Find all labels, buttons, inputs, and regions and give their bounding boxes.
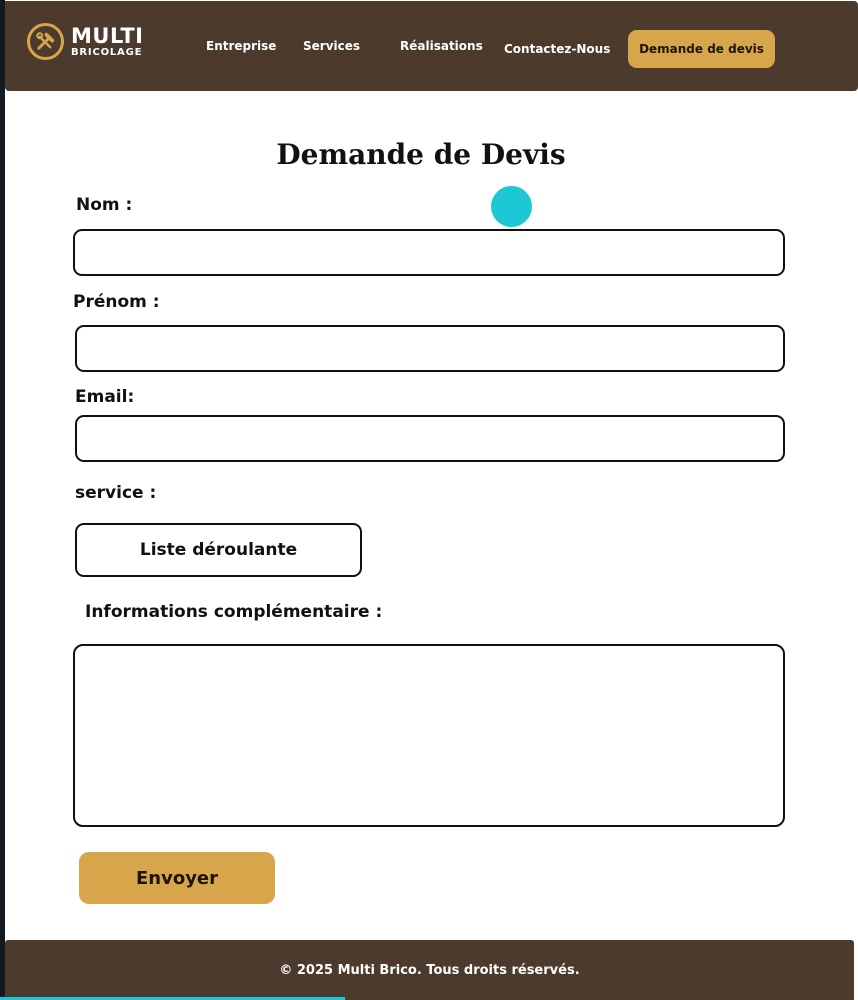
quote-request-button[interactable]: Demande de devis: [628, 30, 775, 68]
prenom-label: Prénom :: [73, 292, 160, 312]
nav-link-realisations[interactable]: Réalisations: [400, 39, 483, 53]
logo-title: MULTI: [71, 23, 144, 48]
cursor-indicator: [491, 186, 532, 227]
service-select[interactable]: Liste déroulante: [75, 523, 362, 577]
site-header: MULTI BRICOLAGE Entreprise Services Réal…: [5, 1, 858, 91]
submit-button[interactable]: Envoyer: [79, 852, 275, 904]
nav-link-contact[interactable]: Contactez-Nous: [504, 42, 610, 56]
service-label: service :: [75, 483, 157, 503]
nav-link-services[interactable]: Services: [303, 39, 360, 53]
infos-textarea[interactable]: [73, 644, 785, 827]
nom-input[interactable]: [73, 229, 785, 276]
email-label: Email:: [75, 387, 135, 407]
nom-label: Nom :: [76, 195, 133, 215]
nav-link-entreprise[interactable]: Entreprise: [206, 39, 276, 53]
page-title: Demande de Devis: [276, 138, 566, 171]
logo-subtitle: BRICOLAGE: [71, 46, 143, 58]
infos-label: Informations complémentaire :: [85, 602, 383, 622]
email-input[interactable]: [75, 415, 785, 462]
site-logo[interactable]: MULTI BRICOLAGE: [27, 23, 144, 60]
service-select-value: Liste déroulante: [139, 540, 298, 560]
tools-icon: [27, 23, 64, 60]
site-footer: © 2025 Multi Brico. Tous droits réservés…: [5, 940, 854, 1000]
footer-copyright: © 2025 Multi Brico. Tous droits réservés…: [279, 962, 580, 978]
prenom-input[interactable]: [75, 325, 785, 372]
